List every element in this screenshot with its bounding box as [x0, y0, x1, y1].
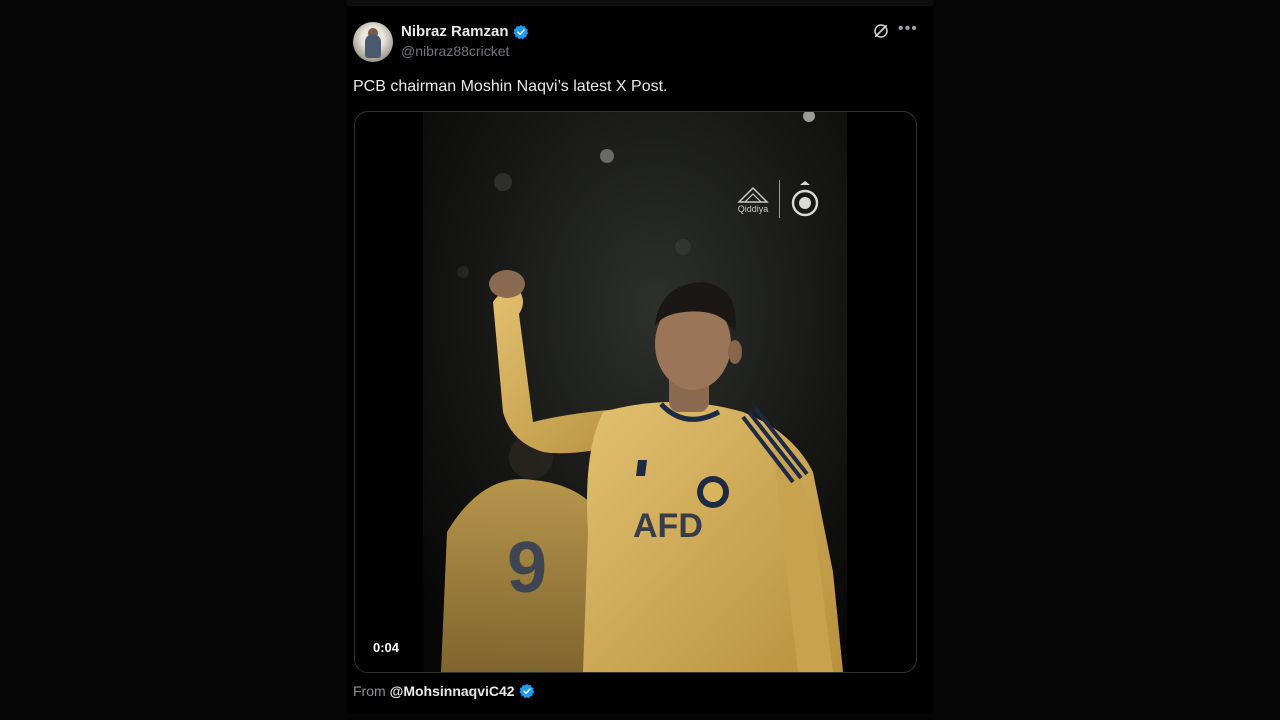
verified-badge-icon — [518, 684, 534, 699]
qiddiya-logo-icon — [737, 186, 769, 203]
post-text: PCB chairman Moshin Naqvi’s latest X Pos… — [353, 78, 668, 95]
background-player-number: 9 — [507, 528, 547, 608]
brand-separator — [779, 180, 780, 218]
verified-badge-icon — [512, 24, 528, 39]
video-player[interactable]: 9 AFD Qiddiya 0:04 — [354, 111, 917, 673]
author-handle[interactable]: @nibraz88cricket — [401, 43, 509, 59]
author-name-row[interactable]: Nibraz Ramzan — [401, 23, 529, 40]
club-crest-icon — [791, 181, 819, 217]
avatar[interactable] — [353, 22, 393, 62]
source-handle-link[interactable]: @MohsinnaqviC42 — [390, 683, 515, 699]
video-brand-overlay: Qiddiya — [737, 180, 820, 218]
video-duration: 0:04 — [367, 638, 406, 657]
jersey-sponsor-text: AFD — [633, 507, 703, 545]
qiddiya-logo: Qiddiya — [737, 184, 769, 214]
avatar-figure — [365, 34, 381, 58]
page: Nibraz Ramzan @nibraz88cricket ••• PCB c… — [0, 0, 1280, 720]
more-options-icon[interactable]: ••• — [898, 20, 917, 38]
from-label: From — [353, 683, 386, 699]
qiddiya-label: Qiddiya — [737, 204, 769, 214]
author-display-name[interactable]: Nibraz Ramzan — [401, 23, 509, 40]
post-card[interactable]: Nibraz Ramzan @nibraz88cricket ••• PCB c… — [347, 6, 933, 714]
attribution-row: From @MohsinnaqviC42 — [353, 683, 535, 699]
grok-icon[interactable] — [872, 22, 890, 40]
